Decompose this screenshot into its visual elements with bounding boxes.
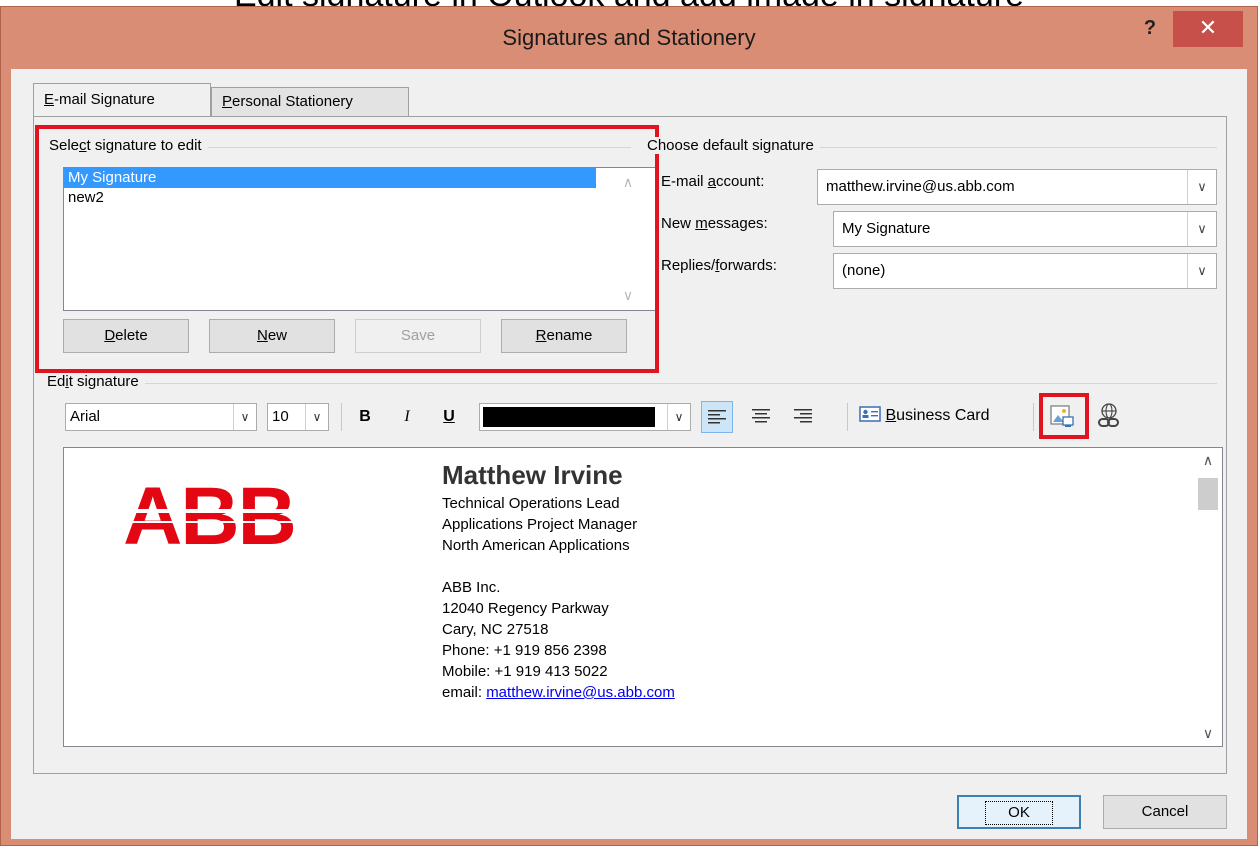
chevron-down-icon[interactable]: ∨ (667, 404, 690, 430)
label-part: t signature (68, 373, 139, 390)
toolbar-separator (1033, 403, 1034, 431)
signature-address-line: ABB Inc. (442, 579, 501, 596)
chevron-down-icon[interactable]: ∨ (1187, 254, 1216, 288)
help-button[interactable]: ? (1135, 15, 1165, 43)
align-right-button[interactable] (787, 401, 819, 431)
bold-button[interactable]: B (351, 402, 379, 432)
signature-text-block: Matthew Irvine Technical Operations Lead… (442, 460, 675, 703)
tab-accel: E (44, 91, 55, 108)
signature-address-line: Phone: +1 919 856 2398 (442, 642, 607, 659)
tab-label: ersonal Stationery (232, 93, 353, 110)
font-color-select[interactable]: ∨ (479, 403, 691, 431)
chevron-down-icon[interactable]: ∨ (1187, 170, 1216, 204)
insert-hyperlink-button[interactable] (1093, 401, 1125, 431)
scroll-down-icon[interactable]: ∨ (1194, 725, 1222, 742)
label-part: orwards: (719, 257, 777, 274)
button-label: OK (985, 801, 1053, 825)
italic-button[interactable]: I (393, 402, 421, 432)
signature-address-line: 12040 Regency Parkway (442, 600, 609, 617)
ok-button[interactable]: OK (957, 795, 1081, 829)
font-color-swatch (483, 407, 655, 427)
chevron-down-icon[interactable]: ∨ (1187, 212, 1216, 246)
email-account-label: E-mail account: (661, 173, 764, 190)
insert-picture-highlight (1039, 393, 1089, 439)
signature-title-line: Technical Operations Lead (442, 495, 620, 512)
email-account-select[interactable]: matthew.irvine@us.abb.com ∨ (817, 169, 1217, 205)
signature-address-line: Mobile: +1 919 413 5022 (442, 663, 608, 680)
signature-title-line: North American Applications (442, 537, 630, 554)
select-value: 10 (272, 408, 289, 425)
align-right-icon (794, 409, 812, 423)
email-link[interactable]: matthew.irvine@us.abb.com (486, 684, 675, 701)
signatures-dialog: Signatures and Stationery ? ✕ E-mail Sig… (0, 6, 1258, 846)
new-messages-label: New messages: (661, 215, 768, 232)
tab-email-signature[interactable]: E-mail Signature (33, 83, 211, 117)
select-value: My Signature (842, 220, 931, 237)
signature-address-lines: ABB Inc. 12040 Regency Parkway Cary, NC 27… (442, 577, 675, 682)
editor-scrollbar[interactable]: ∧ ∨ (1194, 448, 1222, 746)
align-center-button[interactable] (745, 401, 777, 431)
label-part: essages: (707, 215, 768, 232)
button-accel: B (885, 407, 897, 424)
title-bar[interactable]: Signatures and Stationery ? ✕ (1, 7, 1257, 67)
signature-gap (442, 556, 675, 577)
tab-accel: P (222, 93, 233, 110)
select-signature-highlight (35, 125, 659, 373)
toolbar-separator (847, 403, 848, 431)
chevron-down-icon[interactable]: ∨ (233, 404, 256, 430)
edit-signature-label: Edit signature (47, 373, 145, 390)
signature-name: Matthew Irvine (442, 460, 623, 490)
svg-text:ABB: ABB (124, 476, 294, 556)
label-part: Ed (47, 373, 66, 390)
select-value: matthew.irvine@us.abb.com (826, 178, 1015, 195)
new-messages-select[interactable]: My Signature ∨ (833, 211, 1217, 247)
font-size-select[interactable]: 10 ∨ (267, 403, 329, 431)
tab-personal-stationery[interactable]: Personal Stationery (211, 87, 409, 117)
signature-address-line: Cary, NC 27518 (442, 621, 549, 638)
align-center-icon (752, 409, 770, 423)
chevron-down-icon[interactable]: ∨ (305, 404, 328, 430)
signature-title-lines: Technical Operations Lead Applications Pr… (442, 493, 675, 556)
align-left-button[interactable] (701, 401, 733, 433)
align-left-icon (708, 410, 726, 424)
tab-label: -mail Signature (54, 91, 155, 108)
label-part: ccount: (716, 173, 765, 190)
signature-editor[interactable]: ABB Matthew Irvine Technical Operations … (63, 447, 1223, 747)
scroll-up-icon[interactable]: ∧ (1194, 452, 1222, 469)
select-value: Arial (70, 408, 101, 425)
business-card-button[interactable]: Business Card (859, 401, 1023, 431)
replies-forwards-select[interactable]: (none) ∨ (833, 253, 1217, 289)
cancel-button[interactable]: Cancel (1103, 795, 1227, 829)
replies-forwards-label: Replies/forwards: (661, 257, 777, 274)
label-accel: a (707, 173, 717, 190)
default-signature-label: Choose default signature (647, 137, 820, 154)
font-select[interactable]: Arial ∨ (65, 403, 257, 431)
signature-email-line: email: matthew.irvine@us.abb.com (442, 682, 675, 703)
dialog-title: Signatures and Stationery (502, 25, 756, 50)
button-label: usiness Card (896, 407, 990, 424)
abb-logo-icon: ABB (124, 476, 294, 556)
label-part: New (661, 215, 696, 232)
email-label: email: (442, 684, 487, 701)
hyperlink-icon (1098, 403, 1119, 427)
close-button[interactable]: ✕ (1173, 11, 1243, 47)
underline-button[interactable]: U (435, 402, 463, 432)
toolbar-separator (341, 403, 342, 431)
label-part: E-mail (661, 173, 708, 190)
scroll-thumb[interactable] (1198, 478, 1218, 510)
label-accel: m (695, 215, 708, 232)
select-value: (none) (842, 262, 886, 279)
signature-title-line: Applications Project Manager (442, 516, 638, 533)
dialog-client-area: E-mail Signature Personal Stationery Sel… (11, 69, 1247, 839)
business-card-icon (859, 406, 881, 422)
group-divider (51, 383, 1217, 384)
label-part: Replies/ (661, 257, 716, 274)
